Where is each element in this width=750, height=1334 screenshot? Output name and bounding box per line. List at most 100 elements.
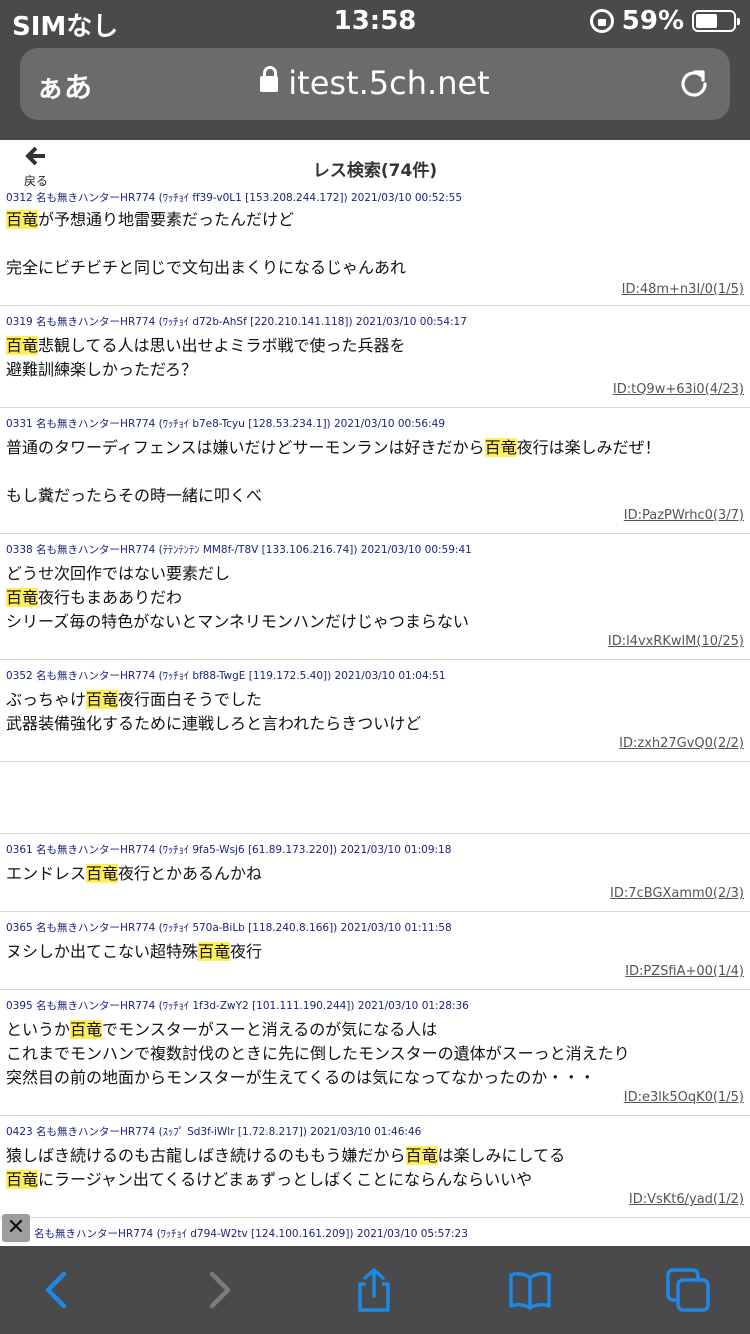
- highlight: 百竜: [484, 438, 517, 457]
- post: 0365 名も無きハンターHR774 (ﾜｯﾁｮｲ 570a-BiLb [118…: [0, 912, 750, 990]
- forward-icon: [209, 1271, 231, 1309]
- post-meta[interactable]: 0365 名も無きハンターHR774 (ﾜｯﾁｮｲ 570a-BiLb [118…: [0, 922, 750, 936]
- post-text: エンドレス: [6, 864, 87, 883]
- post-text: ぶっちゃけ: [6, 690, 87, 709]
- post-text: 夜行もまあありだわ: [38, 588, 183, 607]
- post-line: 猿しばき続けるのも古龍しばき続けるのももう嫌だから百竜は楽しみにしてる: [0, 1144, 750, 1168]
- post-text: 悲観してる人は思い出せよミラボ戦で使った兵器を: [38, 336, 406, 355]
- post-text: 猿しばき続けるのも古龍しばき続けるのももう嫌だから: [6, 1146, 406, 1165]
- post-text: ヌシしか出てこない超特殊: [6, 942, 199, 961]
- post: 0352 名も無きハンターHR774 (ﾜｯﾁｮｲ bf88-TwgE [119…: [0, 660, 750, 762]
- url-text: itest.5ch.net: [288, 64, 490, 102]
- post-id-link[interactable]: ID:PZSfiA+00(1/4): [0, 964, 750, 980]
- post-text: 武器装備強化するために連戦しろと言われたらきついけど: [6, 714, 422, 733]
- bookmarks-icon[interactable]: [508, 1268, 552, 1312]
- post-partial: 名も無きハンターHR774 (ﾜｯﾁｮｲ d794-W2tv [124.100.…: [0, 1218, 750, 1246]
- post-meta[interactable]: 0395 名も無きハンターHR774 (ﾜｯﾁｮｲ 1f3d-ZwY2 [101…: [0, 1000, 750, 1014]
- post-text: でモンスターがスーと消えるのが気になる人は: [102, 1020, 438, 1039]
- post: 0331 名も無きハンターHR774 (ﾜｯﾁｮｲ b7e8-Tcyu [128…: [0, 408, 750, 534]
- close-icon[interactable]: ✕: [2, 1214, 30, 1242]
- highlight: 百竜: [86, 690, 119, 709]
- page-header: 戻る レス検索(74件): [0, 140, 750, 192]
- address-bar[interactable]: ぁあ itest.5ch.net: [20, 48, 730, 120]
- post-id-link[interactable]: ID:e3lk5OqK0(1/5): [0, 1090, 750, 1106]
- post-text: 夜行は楽しみだぜ！: [516, 438, 661, 457]
- post-line: 百竜にラージャン出てくるけどまぁずっとしばくことにならんならいいや: [0, 1168, 750, 1192]
- post: 0312 名も無きハンターHR774 (ﾜｯﾁｮｲ ff39-v0L1 [153…: [0, 192, 750, 306]
- post: 0423 名も無きハンターHR774 (ｽｯﾌﾟ Sd3f-iWlr [1.72…: [0, 1116, 750, 1218]
- post-line: どうせ次回作ではない要素だし: [0, 562, 750, 586]
- post-meta[interactable]: 0319 名も無きハンターHR774 (ﾜｯﾁｮｲ d72b-AhSf [220…: [0, 316, 750, 330]
- highlight: 百竜: [6, 1170, 39, 1189]
- reload-icon[interactable]: [676, 66, 712, 102]
- status-right: 59%: [589, 6, 740, 36]
- post-id-link[interactable]: ID:PazPWrhc0(3/7): [0, 508, 750, 524]
- post-line: というか百竜でモンスターがスーと消えるのが気になる人は: [0, 1018, 750, 1042]
- highlight: 百竜: [86, 864, 119, 883]
- tabs-icon[interactable]: [666, 1268, 710, 1312]
- post-id-link[interactable]: ID:48m+n3I/0(1/5): [0, 282, 750, 298]
- url-field[interactable]: itest.5ch.net: [20, 64, 730, 102]
- highlight: 百竜: [6, 588, 39, 607]
- browser-chrome: SIMなし 13:58 59% ぁあ itest.5ch.net: [0, 0, 750, 140]
- post: 0338 名も無きハンターHR774 (ﾃﾃﾝﾃﾝﾃﾝ MM8f-/T8V [1…: [0, 534, 750, 660]
- highlight: 百竜: [6, 210, 39, 229]
- post-meta[interactable]: 0312 名も無きハンターHR774 (ﾜｯﾁｮｲ ff39-v0L1 [153…: [0, 192, 750, 206]
- post-line: 百竜悲観してる人は思い出せよミラボ戦で使った兵器を: [0, 334, 750, 358]
- post-list: 0312 名も無きハンターHR774 (ﾜｯﾁｮｲ ff39-v0L1 [153…: [0, 192, 750, 1246]
- post-id-link[interactable]: ID:7cBGXamm0(2/3): [0, 886, 750, 902]
- post-text: は楽しみにしてる: [437, 1146, 566, 1165]
- back-icon[interactable]: [36, 1268, 80, 1312]
- bottom-toolbar: [0, 1246, 750, 1334]
- post-id-link[interactable]: ID:tQ9w+63i0(4/23): [0, 382, 750, 398]
- post-text: これまでモンハンで複数討伐のときに先に倒したモンスターの遺体がスーっと消えたり: [6, 1044, 630, 1063]
- post-text: 避難訓練楽しかっただろ？: [6, 360, 198, 379]
- rotation-lock-icon: [589, 9, 614, 33]
- post-line-blank: [0, 460, 750, 484]
- post-line: ぶっちゃけ百竜夜行面白そうでした: [0, 688, 750, 712]
- post-line: 突然目の前の地面からモンスターが生えてくるのは気になってなかったのか・・・: [0, 1066, 750, 1090]
- share-icon[interactable]: [352, 1268, 396, 1312]
- post: 0395 名も無きハンターHR774 (ﾜｯﾁｮｲ 1f3d-ZwY2 [101…: [0, 990, 750, 1116]
- post-line: 百竜夜行もまあありだわ: [0, 586, 750, 610]
- post-text: が予想通り地雷要素だったんだけど: [38, 210, 295, 229]
- post-text: 普通のタワーディフェンスは嫌いだけどサーモンランは好きだから: [6, 438, 485, 457]
- battery-icon: [692, 10, 740, 32]
- post-meta[interactable]: 名も無きハンターHR774 (ﾜｯﾁｮｲ d794-W2tv [124.100.…: [28, 1228, 750, 1242]
- post-line: これまでモンハンで複数討伐のときに先に倒したモンスターの遺体がスーっと消えたり: [0, 1042, 750, 1066]
- padlock-icon: [260, 66, 279, 92]
- post-id-link[interactable]: ID:l4vxRKwlM(10/25): [0, 634, 750, 650]
- battery-percent: 59%: [621, 6, 684, 36]
- post-meta[interactable]: 0423 名も無きハンターHR774 (ｽｯﾌﾟ Sd3f-iWlr [1.72…: [0, 1126, 750, 1140]
- highlight: 百竜: [198, 942, 231, 961]
- post-text: どうせ次回作ではない要素だし: [6, 564, 231, 583]
- post-line: 普通のタワーディフェンスは嫌いだけどサーモンランは好きだから百竜夜行は楽しみだぜ…: [0, 436, 750, 460]
- post-id-link[interactable]: ID:VsKt6/yad(1/2): [0, 1192, 750, 1208]
- post-text: 夜行面白そうでした: [118, 690, 263, 709]
- post-line: 完全にビチビチと同じで文句出まくりになるじゃんあれ: [0, 256, 750, 280]
- post-line: 武器装備強化するために連戦しろと言われたらきついけど: [0, 712, 750, 736]
- post-line: エンドレス百竜夜行とかあるんかね: [0, 862, 750, 886]
- post-text: 突然目の前の地面からモンスターが生えてくるのは気になってなかったのか・・・: [6, 1068, 596, 1087]
- post-line: ヌシしか出てこない超特殊百竜夜行: [0, 940, 750, 964]
- post-id-link[interactable]: ID:zxh27GvQ0(2/2): [0, 736, 750, 752]
- highlight: 百竜: [405, 1146, 438, 1165]
- post-line: 避難訓練楽しかっただろ？: [0, 358, 750, 382]
- post-meta[interactable]: 0331 名も無きハンターHR774 (ﾜｯﾁｮｲ b7e8-Tcyu [128…: [0, 418, 750, 432]
- post-text: もし糞だったらその時一緒に叩くべ: [6, 486, 263, 505]
- post-text: というか: [6, 1020, 71, 1039]
- highlight: 百竜: [70, 1020, 103, 1039]
- post-meta[interactable]: 0352 名も無きハンターHR774 (ﾜｯﾁｮｲ bf88-TwgE [119…: [0, 670, 750, 684]
- page-title: レス検索(74件): [312, 161, 438, 181]
- post-meta[interactable]: 0361 名も無きハンターHR774 (ﾜｯﾁｮｲ 9fa5-Wsj6 [61.…: [0, 844, 750, 858]
- post-text: 完全にビチビチと同じで文句出まくりになるじゃんあれ: [6, 258, 407, 277]
- highlight: 百竜: [6, 336, 39, 355]
- status-bar: SIMなし 13:58 59%: [0, 0, 750, 44]
- post-text: シリーズ毎の特色がないとマンネリモンハンだけじゃつまらない: [6, 612, 469, 631]
- post-text: にラージャン出てくるけどまぁずっとしばくことにならんならいいや: [38, 1170, 533, 1189]
- post: 0319 名も無きハンターHR774 (ﾜｯﾁｮｲ d72b-AhSf [220…: [0, 306, 750, 408]
- post-text: 夜行: [230, 942, 263, 961]
- post-line: 百竜が予想通り地雷要素だったんだけど: [0, 208, 750, 232]
- post-meta[interactable]: 0338 名も無きハンターHR774 (ﾃﾃﾝﾃﾝﾃﾝ MM8f-/T8V [1…: [0, 544, 750, 558]
- empty-gap: [0, 762, 750, 834]
